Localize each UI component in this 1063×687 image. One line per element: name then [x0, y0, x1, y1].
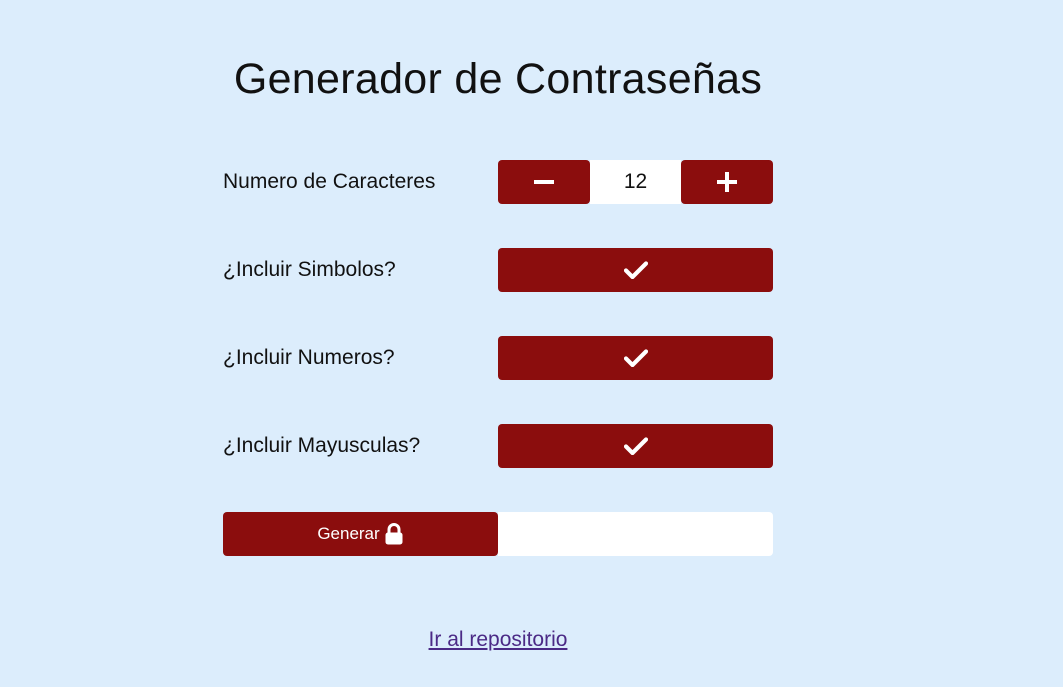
generate-row: Generar [223, 512, 773, 556]
symbols-toggle[interactable] [498, 248, 773, 292]
symbols-row: ¿Incluir Simbolos? [223, 248, 773, 292]
uppercase-label: ¿Incluir Mayusculas? [223, 434, 421, 457]
length-stepper: 12 [498, 160, 773, 204]
length-label: Numero de Caracteres [223, 170, 436, 193]
check-icon [623, 261, 648, 279]
page-title: Generador de Contraseñas [233, 55, 763, 103]
uppercase-toggle[interactable] [498, 424, 773, 468]
increment-button[interactable] [681, 160, 773, 204]
symbols-control [498, 248, 773, 292]
length-row: Numero de Caracteres 12 [223, 160, 773, 204]
repo-link-container: Ir al repositorio [223, 626, 773, 654]
plus-icon [717, 172, 737, 192]
length-value: 12 [590, 160, 681, 204]
generate-label: Generar [317, 524, 380, 543]
symbols-label: ¿Incluir Simbolos? [223, 258, 396, 281]
check-icon [623, 349, 648, 367]
password-output[interactable] [498, 512, 773, 556]
numbers-label: ¿Incluir Numeros? [223, 346, 395, 369]
decrement-button[interactable] [498, 160, 590, 204]
minus-icon [534, 172, 554, 192]
uppercase-control [498, 424, 773, 468]
uppercase-row: ¿Incluir Mayusculas? [223, 424, 773, 468]
numbers-control [498, 336, 773, 380]
check-icon [623, 437, 648, 455]
numbers-toggle[interactable] [498, 336, 773, 380]
repo-link[interactable]: Ir al repositorio [429, 628, 568, 651]
generate-button[interactable]: Generar [223, 512, 498, 556]
lock-icon [384, 523, 404, 545]
numbers-row: ¿Incluir Numeros? [223, 336, 773, 380]
